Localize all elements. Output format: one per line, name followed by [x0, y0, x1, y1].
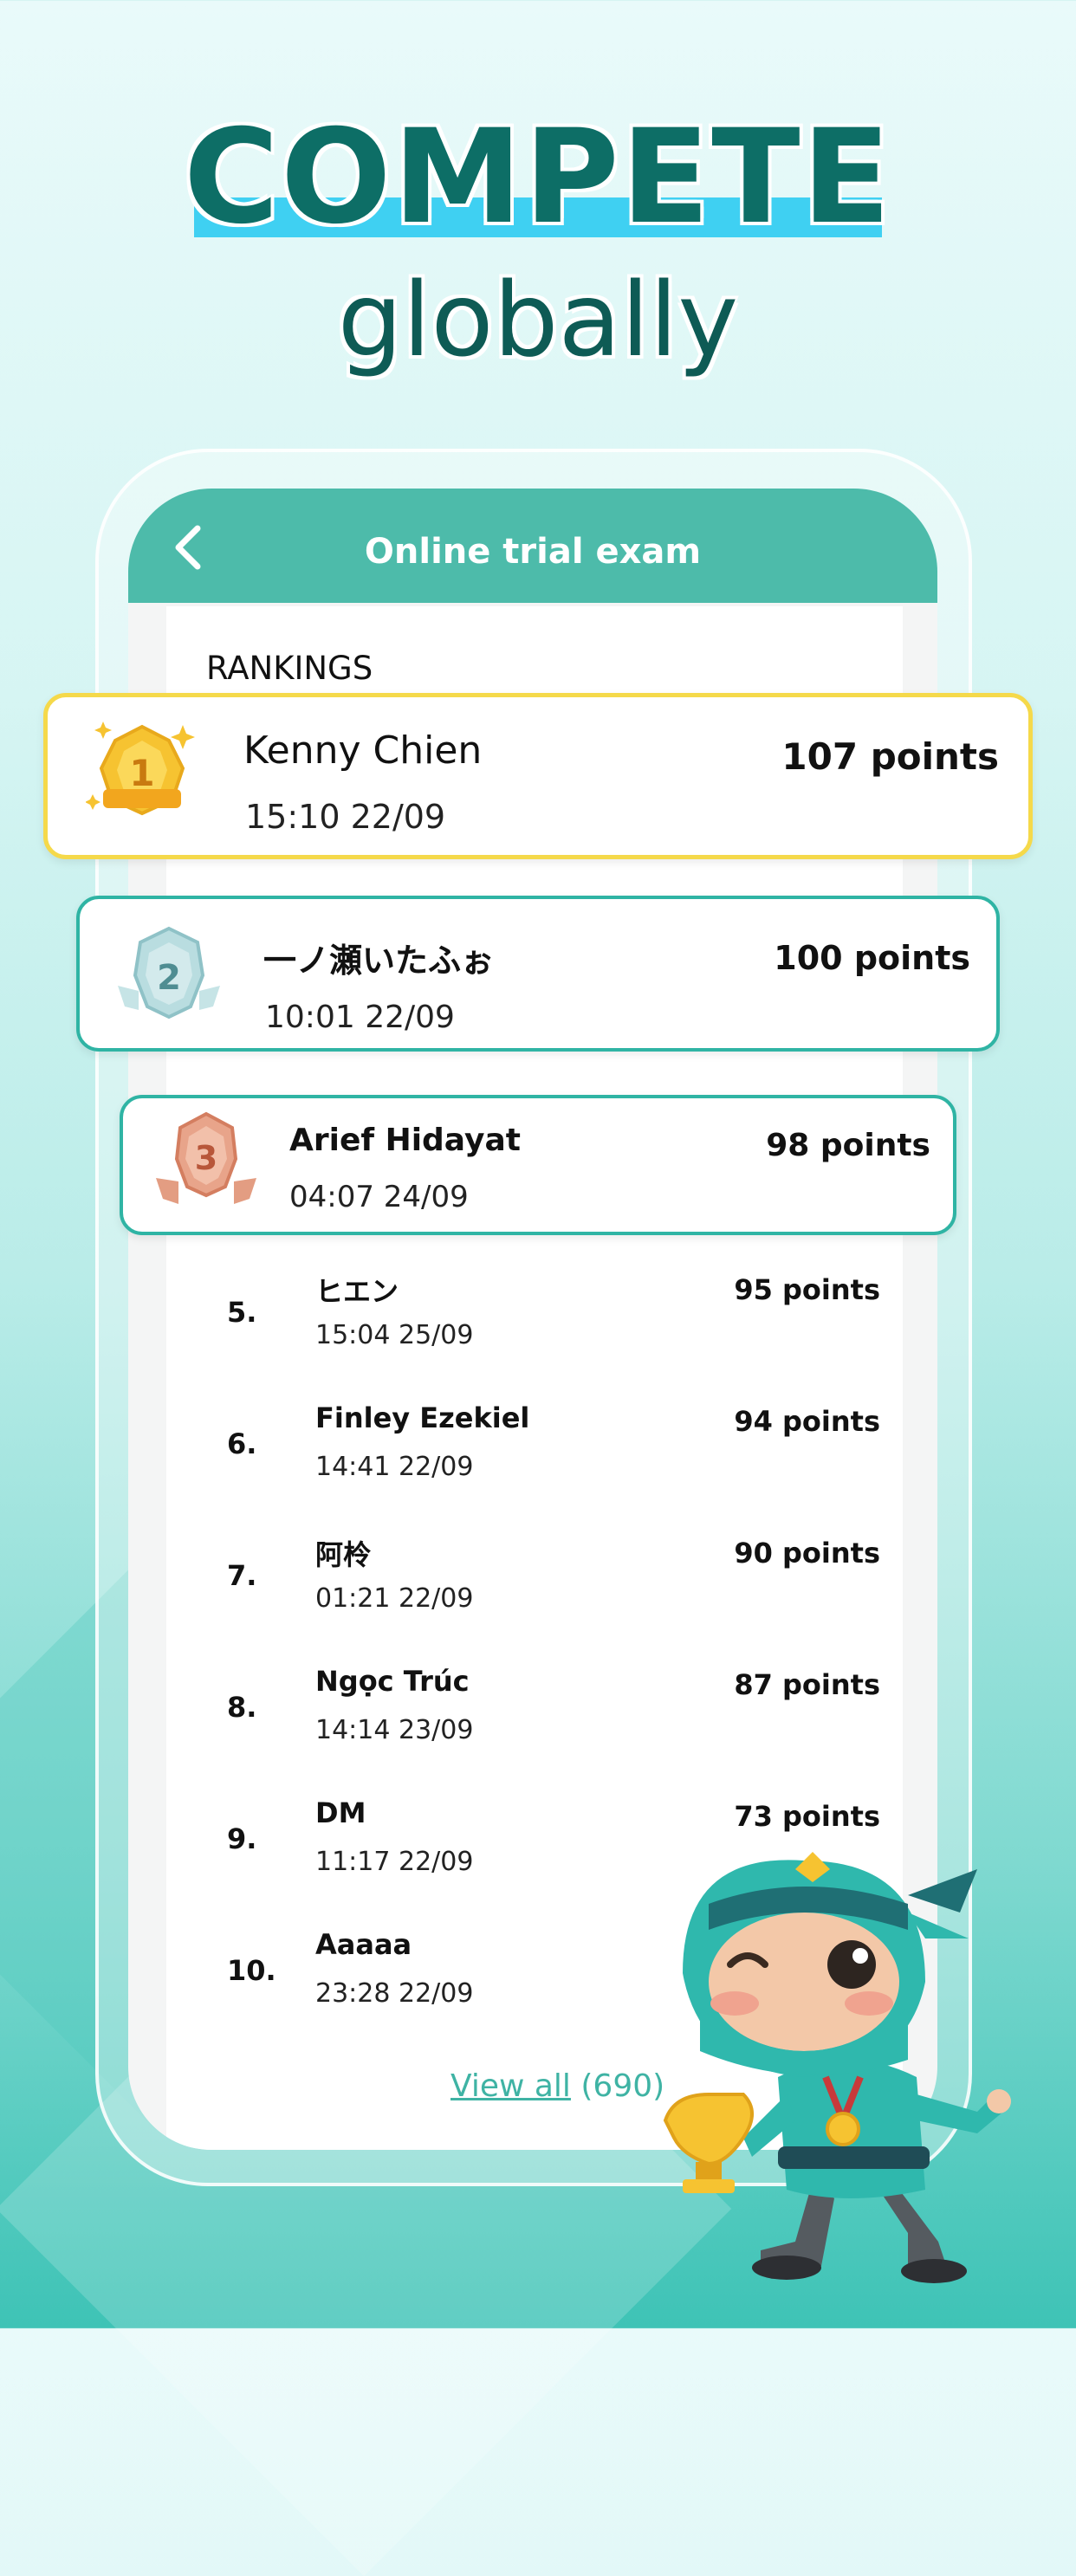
list-item[interactable]: 6. Finley Ezekiel 14:41 22/09 94 points	[0, 1396, 1076, 1526]
timestamp: 01:21 22/09	[315, 1583, 474, 1614]
bronze-medal-icon: 3	[156, 1111, 256, 1204]
rank-number: 7.	[227, 1559, 257, 1592]
view-all-link[interactable]: View all (690)	[450, 2068, 664, 2104]
list-item[interactable]: 7. 阿柃 01:21 22/09 90 points	[0, 1528, 1076, 1658]
page-title: Online trial exam	[364, 532, 702, 572]
user-name: Finley Ezekiel	[315, 1401, 530, 1434]
points: 87 points	[734, 1668, 880, 1701]
promo-subheadline: globally	[337, 260, 739, 379]
rank-number: 9.	[227, 1822, 257, 1855]
timestamp: 11:17 22/09	[315, 1847, 474, 1877]
rank-number: 8.	[227, 1691, 257, 1724]
points: 73 points	[734, 1800, 880, 1833]
promo-headline: COMPETE	[182, 102, 893, 253]
app-bar: Online trial exam	[128, 489, 937, 603]
podium-time: 10:01 22/09	[265, 1000, 455, 1035]
ninja-mascot-illustration	[663, 1852, 1011, 2283]
promo-headline-block: COMPETE	[0, 102, 1076, 253]
podium-points: 100 points	[774, 939, 970, 977]
podium-row-2[interactable]: 2 一ノ瀬いたふぉ 10:01 22/09 100 points	[76, 896, 1000, 1052]
svg-text:2: 2	[157, 958, 181, 998]
user-name: 阿柃	[315, 1538, 372, 1571]
podium-name: Arief Hidayat	[289, 1123, 521, 1158]
user-name: Ngọc Trúc	[315, 1665, 470, 1698]
list-item[interactable]: 5. ヒエン 15:04 25/09 95 points	[0, 1265, 1076, 1395]
points: 94 points	[734, 1405, 880, 1438]
podium-points: 107 points	[781, 735, 999, 778]
gold-medal-icon: 1	[86, 722, 195, 816]
svg-text:3: 3	[195, 1139, 217, 1177]
rank-number: 10.	[227, 1954, 276, 1987]
user-name: ヒエン	[315, 1275, 399, 1308]
timestamp: 14:41 22/09	[315, 1452, 474, 1482]
podium-row-3[interactable]: 3 Arief Hidayat 04:07 24/09 98 points	[120, 1095, 956, 1235]
silver-medal-icon: 2	[118, 926, 220, 1019]
podium-time: 15:10 22/09	[245, 798, 446, 836]
podium-name: Kenny Chien	[243, 728, 483, 773]
podium-name: 一ノ瀬いたふぉ	[263, 942, 495, 980]
rankings-heading: RANKINGS	[206, 650, 373, 687]
podium-time: 04:07 24/09	[289, 1180, 469, 1214]
timestamp: 15:04 25/09	[315, 1320, 474, 1350]
points: 90 points	[734, 1537, 880, 1570]
svg-text:1: 1	[129, 752, 154, 794]
rank-number: 5.	[227, 1296, 257, 1329]
timestamp: 14:14 23/09	[315, 1715, 474, 1745]
user-name: Aaaaa	[315, 1928, 412, 1961]
timestamp: 23:28 22/09	[315, 1978, 474, 2009]
podium-row-1[interactable]: 1 Kenny Chien 15:10 22/09 107 points	[43, 693, 1033, 859]
user-name: DM	[315, 1796, 366, 1829]
rank-number: 6.	[227, 1427, 257, 1460]
podium-points: 98 points	[766, 1128, 930, 1163]
points: 95 points	[734, 1273, 880, 1306]
view-all-label[interactable]: View all	[450, 2068, 571, 2104]
list-item[interactable]: 8. Ngọc Trúc 14:14 23/09 87 points	[0, 1660, 1076, 1790]
